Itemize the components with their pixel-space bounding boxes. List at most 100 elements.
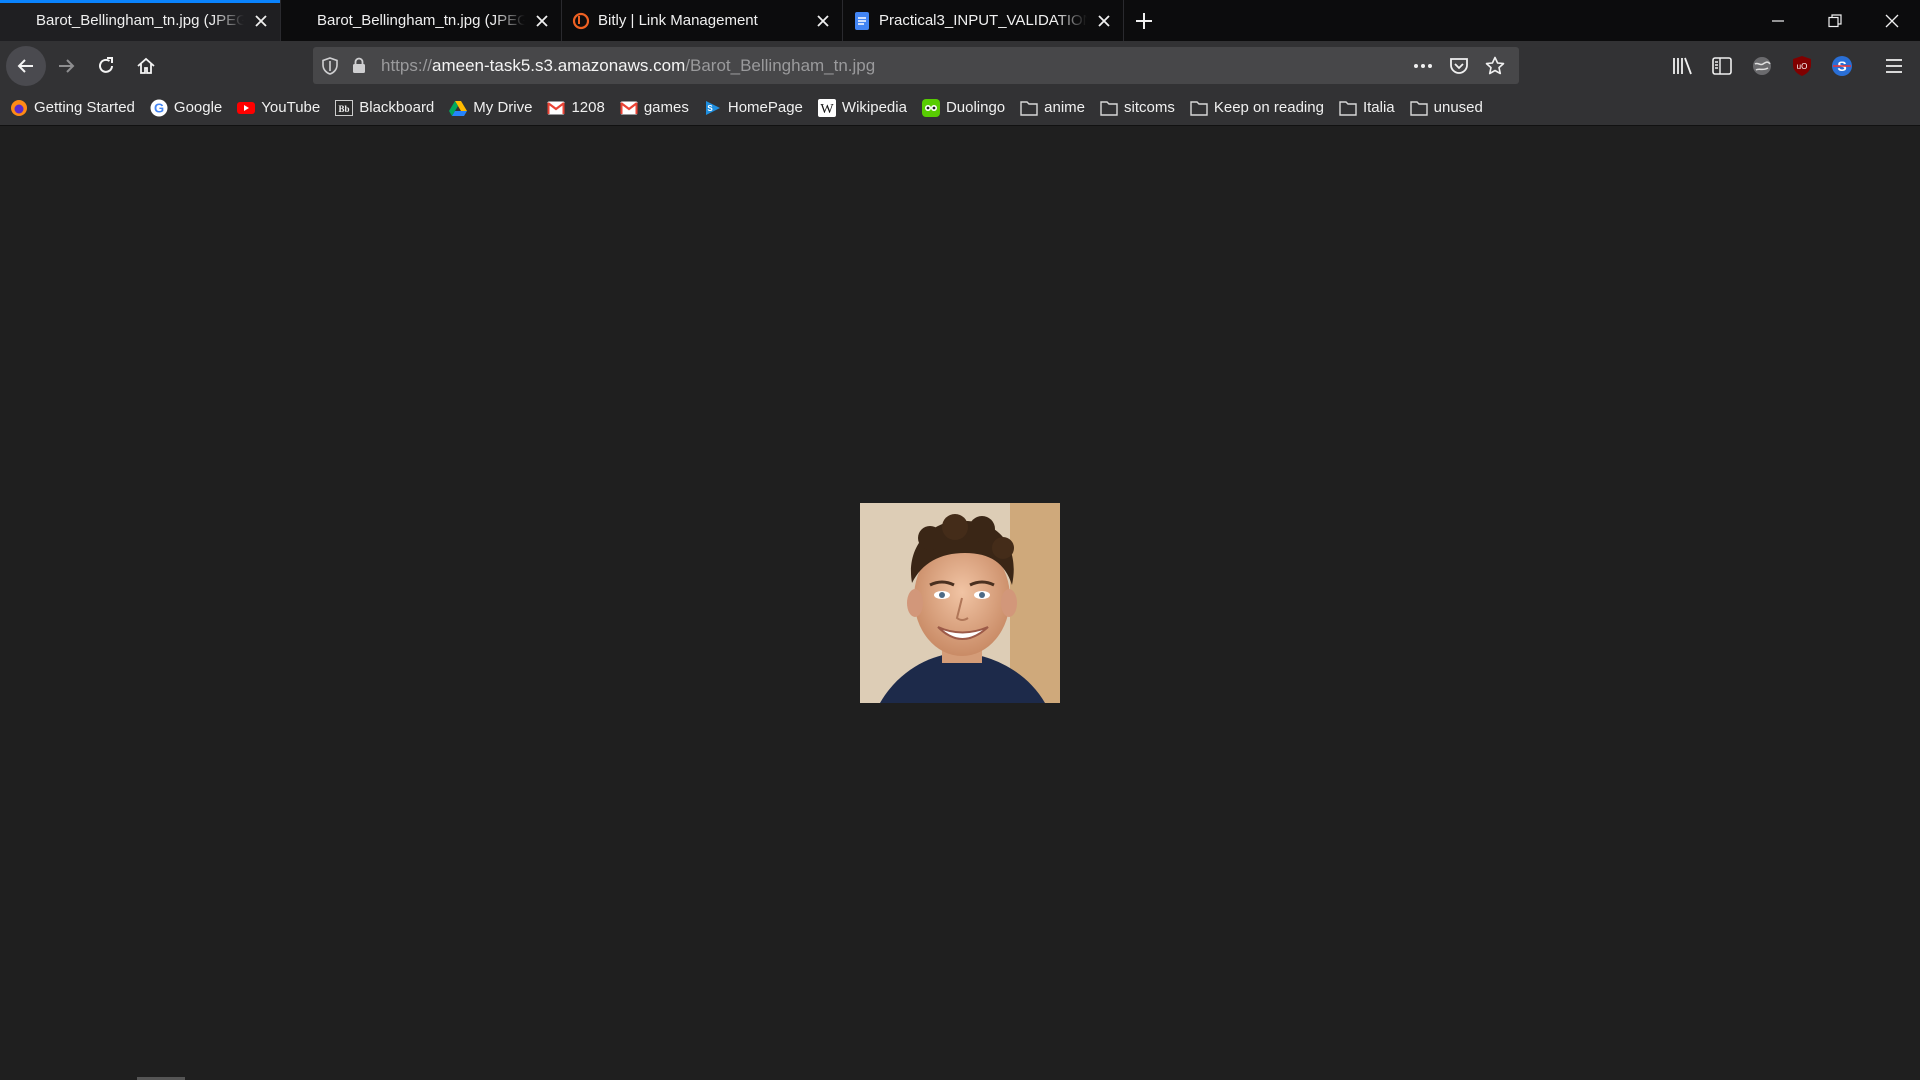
url-host: ameen-task5.s3.amazonaws.com [432,55,686,75]
bookmark-duolingo[interactable]: Duolingo [921,98,1006,117]
library-icon [1673,57,1692,74]
bookmark-my-drive[interactable]: My Drive [449,99,532,117]
bookmark-folder-anime[interactable]: anime [1020,99,1085,117]
extension-s-button[interactable]: S [1822,46,1862,86]
hamburger-menu-icon [1886,58,1902,73]
drive-icon [449,99,468,117]
toolbar-right: uO S [1662,41,1920,90]
gmail-icon [547,99,566,117]
bookmark-games[interactable]: games [620,99,689,117]
minimize-button[interactable] [1749,0,1806,41]
svg-text:G: G [154,100,164,115]
minimize-icon [1771,19,1784,22]
star-icon [1485,56,1505,74]
bookmark-label: YouTube [261,99,321,116]
url-text: https://ameen-task5.s3.amazonaws.com/Bar… [381,56,875,76]
more-icon [1414,63,1432,68]
folder-icon [1020,99,1038,117]
tracking-protection-icon[interactable] [313,56,347,75]
new-tab-button[interactable] [1124,0,1164,41]
svg-text:S: S [707,104,713,113]
sidebar-button[interactable] [1702,46,1742,86]
tab-2[interactable]: Barot_Bellingham_tn.jpg (JPEG Image, 200… [281,0,562,41]
svg-text:uO: uO [1797,62,1808,71]
extension-button[interactable] [1742,46,1782,86]
close-icon[interactable] [1093,10,1115,32]
homepage-icon: S [704,99,722,117]
bookmark-label: sitcoms [1124,99,1175,116]
youtube-icon [237,99,256,117]
forward-button[interactable] [46,46,86,86]
tab-title: Practical3_INPUT_VALIDATION - Google Doc… [879,12,1087,29]
page-actions [1405,48,1519,84]
restore-icon [1827,13,1842,27]
svg-text:W: W [820,102,834,117]
arrow-left-icon [17,58,33,73]
ublock-button[interactable]: uO [1782,46,1822,86]
bookmark-getting-started[interactable]: Getting Started [10,99,135,117]
close-icon[interactable] [250,10,272,32]
tab-title: Barot_Bellingham_tn.jpg (JPEG Image, 200… [317,12,525,29]
folder-icon [1339,99,1357,117]
library-button[interactable] [1662,46,1702,86]
sidebar-icon [1712,56,1732,75]
url-scheme: https:// [381,55,433,75]
bookmark-label: 1208 [571,99,605,116]
bookmark-blackboard[interactable]: Bb Blackboard [335,99,434,117]
bookmark-folder-unused[interactable]: unused [1409,99,1483,117]
tab-1[interactable]: Barot_Bellingham_tn.jpg (JPEG Image, 200… [0,0,281,41]
duolingo-icon [921,98,940,117]
bookmarks-toolbar: Getting Started G Google YouTube Bb Blac… [0,90,1920,126]
bookmark-label: Italia [1362,99,1395,116]
reload-button[interactable] [86,46,126,86]
bookmark-label: Duolingo [945,99,1006,116]
restore-button[interactable] [1806,0,1863,41]
bookmark-label: Blackboard [359,99,435,116]
reload-icon [99,56,113,73]
bookmark-google[interactable]: G Google [150,99,222,117]
home-button[interactable] [126,46,166,86]
page-actions-button[interactable] [1405,48,1441,84]
url-path: /Barot_Bellingham_tn.jpg [685,55,876,75]
bookmark-homepage[interactable]: S HomePage [704,99,803,117]
wikipedia-icon: W [817,98,836,117]
address-bar[interactable]: https://ameen-task5.s3.amazonaws.com/Bar… [313,47,1519,84]
close-icon[interactable] [812,10,834,32]
lock-icon[interactable] [347,57,371,74]
tab-4[interactable]: Practical3_INPUT_VALIDATION - Google Doc… [843,0,1124,41]
home-icon [137,57,155,74]
bookmark-1208[interactable]: 1208 [547,99,605,117]
svg-text:Bb: Bb [339,104,350,114]
bitly-icon [572,12,590,30]
google-icon: G [150,99,168,117]
bookmark-folder-sitcoms[interactable]: sitcoms [1100,99,1175,117]
ublock-icon: uO [1793,55,1811,76]
bookmark-folder-keep-on-reading[interactable]: Keep on reading [1190,99,1324,117]
folder-icon [1190,99,1208,117]
bookmark-wikipedia[interactable]: W Wikipedia [817,98,907,117]
s-extension-icon: S [1832,55,1852,76]
bookmark-label: unused [1433,99,1483,116]
bookmark-label: Keep on reading [1213,99,1324,116]
image-icon [10,12,28,30]
pocket-button[interactable] [1441,48,1477,84]
bookmark-label: My Drive [473,99,533,116]
plus-icon [1136,12,1152,29]
globe-icon [1753,56,1771,75]
close-icon[interactable] [531,10,553,32]
tab-title: Barot_Bellingham_tn.jpg (JPEG Image, 200… [36,12,244,29]
tab-3[interactable]: Bitly | Link Management [562,0,843,41]
bookmark-youtube[interactable]: YouTube [237,99,320,117]
back-button[interactable] [6,45,46,86]
window-controls [1749,0,1920,41]
image-viewer [0,127,1920,1080]
close-window-button[interactable] [1863,0,1920,41]
close-icon [1885,14,1898,27]
portrait-image[interactable] [860,503,1060,703]
gmail-icon [620,99,638,117]
bookmark-label: games [643,99,689,116]
bookmark-folder-italia[interactable]: Italia [1339,99,1395,117]
bookmark-star-button[interactable] [1477,48,1513,84]
tab-strip: Barot_Bellingham_tn.jpg (JPEG Image, 200… [0,0,1920,41]
menu-button[interactable] [1874,46,1914,86]
